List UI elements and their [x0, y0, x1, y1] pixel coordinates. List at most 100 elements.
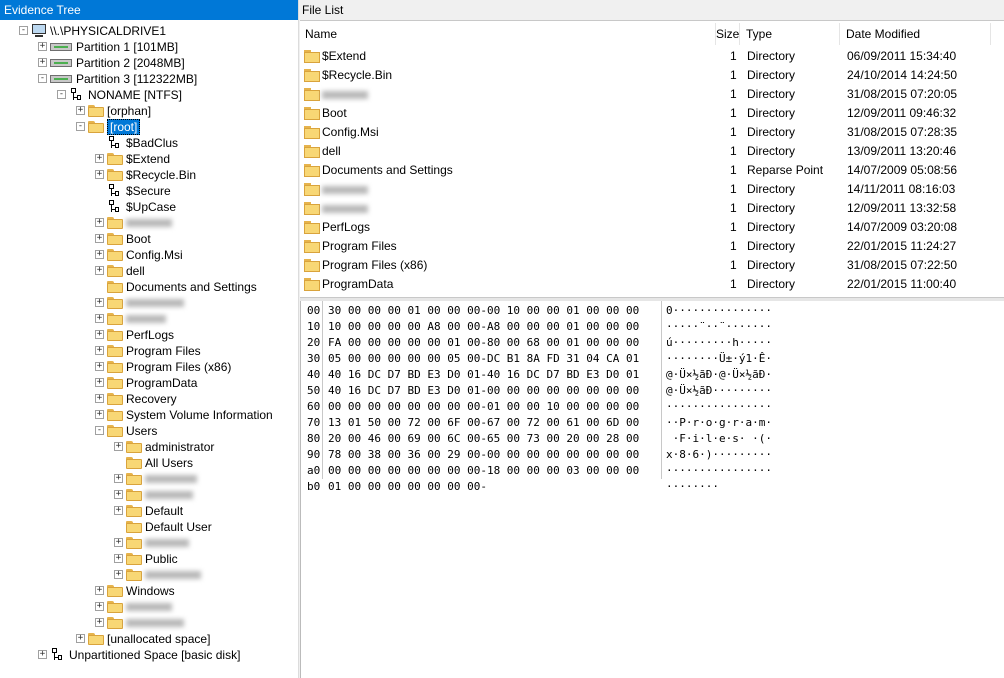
file-list: Name Size Type Date Modified $Extend 1 Dir…: [300, 21, 1004, 297]
expand-icon[interactable]: +: [114, 554, 123, 563]
tree-node[interactable]: + ProgramData: [0, 375, 296, 391]
column-header-type[interactable]: Type: [741, 23, 840, 45]
tree-node-label: Default: [145, 504, 184, 518]
folder-icon: [304, 164, 320, 177]
file-list-row[interactable]: Program Files (x86) 1 Directory 31/08/2015 …: [300, 256, 1004, 275]
collapse-icon[interactable]: -: [57, 90, 66, 99]
collapse-icon[interactable]: -: [19, 26, 28, 35]
hex-view[interactable]: 00 30 00 00 00 01 00 00 00-00 10 00 00 01…: [300, 301, 1004, 678]
file-list-row[interactable]: Documents and Settings 1 Reparse Point 14/0…: [300, 161, 1004, 180]
expand-icon[interactable]: +: [95, 602, 104, 611]
expand-icon[interactable]: +: [38, 42, 47, 51]
file-list-row[interactable]: Boot 1 Directory 12/09/2011 09:46:32: [300, 104, 1004, 123]
expand-icon[interactable]: +: [95, 410, 104, 419]
tree-node[interactable]: All Users: [0, 455, 296, 471]
tree-node[interactable]: + Windows: [0, 583, 296, 599]
tree-node[interactable]: + Config.Msi: [0, 247, 296, 263]
tree-node[interactable]: + Partition 1 [101MB]: [0, 39, 296, 55]
expand-icon[interactable]: +: [38, 58, 47, 67]
tree-node[interactable]: + $Extend: [0, 151, 296, 167]
file-list-row[interactable]: 1 Directory 31/08/2015 07:20:05: [300, 85, 1004, 104]
tree-node[interactable]: + Recovery: [0, 391, 296, 407]
collapse-icon[interactable]: -: [76, 122, 85, 131]
tree-node[interactable]: +: [0, 615, 296, 631]
tree-node[interactable]: - Users: [0, 423, 296, 439]
folder-icon: [107, 393, 123, 405]
expand-icon[interactable]: +: [95, 586, 104, 595]
expand-icon[interactable]: +: [95, 394, 104, 403]
file-name: dell: [322, 144, 341, 158]
tree-node[interactable]: - \\.\PHYSICALDRIVE1: [0, 23, 296, 39]
tree-node[interactable]: - Partition 3 [112322MB]: [0, 71, 296, 87]
tree-node[interactable]: + Unpartitioned Space [basic disk]: [0, 647, 296, 663]
collapse-icon[interactable]: -: [38, 74, 47, 83]
expand-icon[interactable]: +: [95, 218, 104, 227]
expand-icon[interactable]: +: [95, 250, 104, 259]
tree-node[interactable]: $Secure: [0, 183, 296, 199]
file-list-row[interactable]: Config.Msi 1 Directory 31/08/2015 07:28:35: [300, 123, 1004, 142]
collapse-icon[interactable]: -: [95, 426, 104, 435]
expand-icon[interactable]: +: [95, 234, 104, 243]
expand-icon[interactable]: +: [95, 346, 104, 355]
tree-node[interactable]: + [orphan]: [0, 103, 296, 119]
tree-node[interactable]: + Public: [0, 551, 296, 567]
tree-node[interactable]: +: [0, 487, 296, 503]
expand-icon[interactable]: +: [95, 378, 104, 387]
tree-node[interactable]: +: [0, 471, 296, 487]
redacted-label: [126, 219, 172, 227]
tree-node[interactable]: + PerfLogs: [0, 327, 296, 343]
column-header-name[interactable]: Name: [300, 23, 716, 45]
tree-node[interactable]: +: [0, 295, 296, 311]
hex-ascii: x·8·6·)·········: [666, 448, 772, 461]
file-list-row[interactable]: PerfLogs 1 Directory 14/07/2009 03:20:08: [300, 218, 1004, 237]
expand-icon[interactable]: +: [76, 106, 85, 115]
column-header-size[interactable]: Size: [716, 23, 740, 45]
column-header-date-modified[interactable]: Date Modified: [841, 23, 991, 45]
file-list-row[interactable]: 1 Directory 14/11/2011 08:16:03: [300, 180, 1004, 199]
file-list-row[interactable]: $Extend 1 Directory 06/09/2011 15:34:40: [300, 47, 1004, 66]
tree-node[interactable]: + dell: [0, 263, 296, 279]
tree-node[interactable]: + Program Files (x86): [0, 359, 296, 375]
file-list-row[interactable]: 1 Directory 12/09/2011 13:32:58: [300, 199, 1004, 218]
hex-ascii: ··P·r·o·g·r·a·m·: [666, 416, 772, 429]
expand-icon[interactable]: +: [95, 266, 104, 275]
tree-node[interactable]: +: [0, 567, 296, 583]
tree-node[interactable]: Default User: [0, 519, 296, 535]
expand-icon[interactable]: +: [95, 330, 104, 339]
tree-node[interactable]: + $Recycle.Bin: [0, 167, 296, 183]
file-list-row[interactable]: dell 1 Directory 13/09/2011 13:20:46: [300, 142, 1004, 161]
file-list-row[interactable]: Program Files 1 Directory 22/01/2015 11:24:…: [300, 237, 1004, 256]
expand-icon[interactable]: +: [95, 618, 104, 627]
tree-node[interactable]: + Program Files: [0, 343, 296, 359]
file-list-row[interactable]: ProgramData 1 Directory 22/01/2015 11:00:40: [300, 275, 1004, 294]
expand-icon[interactable]: +: [95, 170, 104, 179]
expand-icon[interactable]: +: [114, 506, 123, 515]
tree-node[interactable]: +: [0, 215, 296, 231]
tree-node[interactable]: - NONAME [NTFS]: [0, 87, 296, 103]
file-list-row[interactable]: $Recycle.Bin 1 Directory 24/10/2014 14:24:5…: [300, 66, 1004, 85]
expand-icon[interactable]: +: [76, 634, 85, 643]
expand-icon[interactable]: +: [114, 474, 123, 483]
expand-icon[interactable]: +: [95, 298, 104, 307]
tree-node[interactable]: + Default: [0, 503, 296, 519]
tree-node[interactable]: - [root]: [0, 119, 296, 135]
tree-node[interactable]: + System Volume Information: [0, 407, 296, 423]
expand-icon[interactable]: +: [114, 570, 123, 579]
expand-icon[interactable]: +: [95, 314, 104, 323]
expand-icon[interactable]: +: [114, 538, 123, 547]
tree-node[interactable]: + [unallocated space]: [0, 631, 296, 647]
expand-icon[interactable]: +: [114, 442, 123, 451]
expand-icon[interactable]: +: [38, 650, 47, 659]
tree-node[interactable]: + administrator: [0, 439, 296, 455]
expand-icon[interactable]: +: [95, 154, 104, 163]
expand-icon[interactable]: +: [114, 490, 123, 499]
tree-node[interactable]: $BadClus: [0, 135, 296, 151]
expand-icon[interactable]: +: [95, 362, 104, 371]
tree-node[interactable]: +: [0, 311, 296, 327]
tree-node[interactable]: + Boot: [0, 231, 296, 247]
tree-node[interactable]: $UpCase: [0, 199, 296, 215]
tree-node[interactable]: +: [0, 599, 296, 615]
tree-node[interactable]: + Partition 2 [2048MB]: [0, 55, 296, 71]
tree-node[interactable]: Documents and Settings: [0, 279, 296, 295]
tree-node[interactable]: +: [0, 535, 296, 551]
